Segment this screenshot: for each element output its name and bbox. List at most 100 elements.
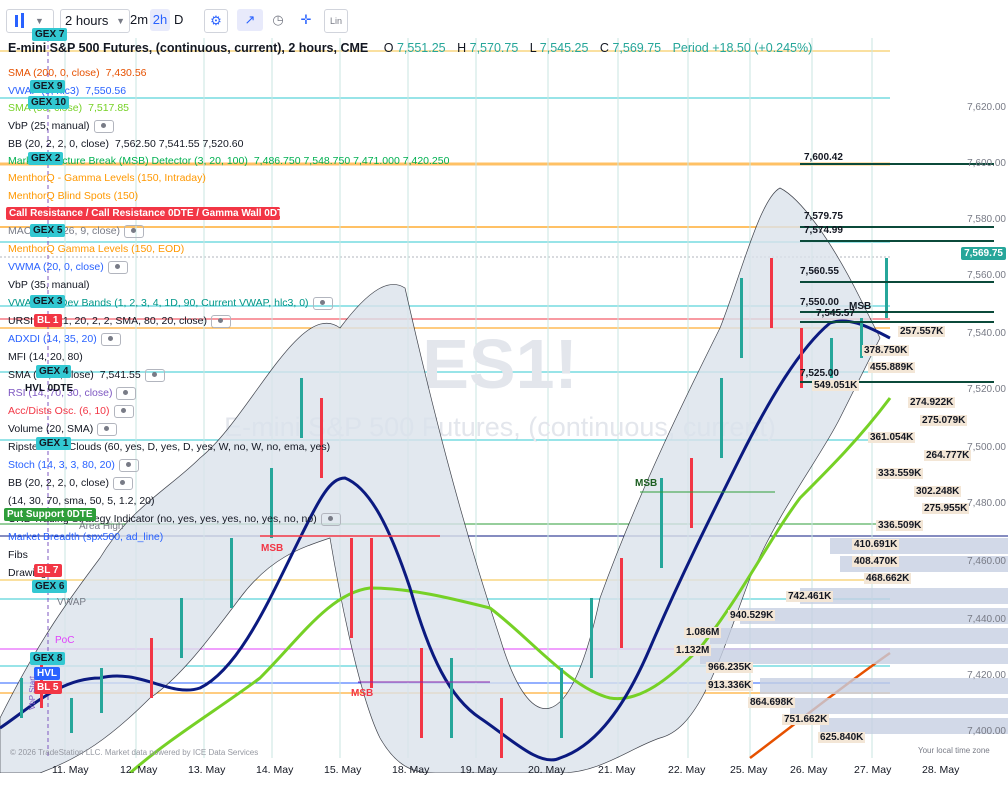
legend-row[interactable]: (14, 30, 70, sma, 50, 5, 1.2, 20): [8, 494, 155, 508]
visibility-eye-icon[interactable]: [97, 422, 118, 436]
visibility-eye-icon[interactable]: [320, 512, 341, 526]
date-tick-label: 12. May: [120, 764, 158, 776]
interval-label: 2 hours: [65, 13, 109, 28]
visibility-eye-icon[interactable]: [116, 386, 137, 400]
interval-2h-button[interactable]: 2h: [150, 9, 170, 31]
date-tick-label: 18. May: [392, 764, 430, 776]
volume-profile-label: 1.086M: [684, 627, 722, 638]
visibility-eye-icon[interactable]: [124, 224, 145, 238]
low-value: 7,545.25: [539, 41, 589, 55]
legend-row[interactable]: SMA (20, 0, close)7,541.55: [8, 368, 165, 382]
price-tick-label: 7,440.00: [967, 614, 1006, 625]
legend-text: MenthorQ - Gamma Levels (150, Intraday): [8, 172, 206, 184]
timezone-label: Your local time zone: [918, 746, 990, 755]
volume-profile-label: 864.698K: [748, 697, 796, 708]
volume-profile-label: 1.132M: [674, 645, 712, 656]
legend-row[interactable]: VWMA (20, 0, close): [8, 260, 128, 274]
legend-value: 7,486.750 7,548.750 7,471.000 7,420.250: [253, 155, 450, 167]
legend-row[interactable]: SMA (200, 0, close) 7,430.56: [8, 66, 147, 80]
price-tick-label: 7,560.00: [967, 270, 1006, 281]
legend-row[interactable]: Acc/Dists Osc. (6, 10): [8, 404, 134, 418]
legend-row[interactable]: VbP (35, manual): [8, 278, 90, 292]
visibility-eye-icon[interactable]: [107, 260, 128, 274]
hvl-tag: HVL: [34, 667, 60, 680]
legend-value: 7,562.50 7,541.55 7,520.60: [114, 138, 244, 150]
date-tick-label: 19. May: [460, 764, 498, 776]
visibility-eye-icon[interactable]: [93, 119, 114, 133]
legend-row[interactable]: Volume (20, SMA): [8, 422, 118, 436]
interval-dropdown[interactable]: 2 hours ▼: [60, 9, 130, 33]
legend-row[interactable]: VbP (25, manual): [8, 119, 114, 133]
visibility-eye-icon[interactable]: [100, 332, 121, 346]
visibility-eye-icon[interactable]: [112, 476, 133, 490]
high-value: 7,570.75: [469, 41, 519, 55]
vbp-start-label: VbP Start: [28, 675, 37, 710]
visibility-eye-icon[interactable]: [211, 314, 232, 328]
symbol-header: E-mini S&P 500 Futures, (continuous, cur…: [8, 41, 812, 55]
legend-row[interactable]: MenthorQ Blind Spots (150): [8, 189, 138, 203]
gex-5-tag: GEX 5: [30, 224, 66, 237]
candlestick-icon: [15, 15, 18, 27]
date-tick-label: 27. May: [854, 764, 892, 776]
date-tick-label: 22. May: [668, 764, 706, 776]
log-scale-toggle[interactable]: Lin: [324, 9, 348, 33]
gex-4-tag: GEX 4: [36, 365, 72, 378]
visibility-eye-icon[interactable]: [118, 458, 139, 472]
price-tick-label: 7,480.00: [967, 498, 1006, 509]
gear-icon: ⚙: [210, 13, 222, 28]
legend-text: Volume (20, SMA): [8, 423, 94, 435]
crosshair-icon: ✛: [300, 12, 312, 27]
legend-row[interactable]: BB (20, 2, 2, 0, close) 7,562.50 7,541.55…: [8, 137, 243, 151]
gex-3-tag: GEX 3: [30, 295, 66, 308]
legend-row[interactable]: MACD (12, 26, 9, close): [8, 224, 145, 238]
visibility-eye-icon[interactable]: [144, 368, 165, 382]
crosshair-button[interactable]: ✛: [294, 9, 318, 31]
open-label: O: [383, 41, 394, 55]
level-label: 7,579.75: [804, 211, 843, 222]
level-label: 7,525.00: [800, 368, 839, 379]
interval-2m-button[interactable]: 2m: [130, 9, 148, 31]
volume-profile-label: 410.691K: [852, 539, 900, 550]
legend-text: MenthorQ Blind Spots (150): [8, 190, 139, 202]
legend-row[interactable]: MenthorQ - Gamma Levels (150, Intraday): [8, 171, 206, 185]
interval-d-button[interactable]: D: [174, 9, 184, 31]
volume-profile-label: 549.051K: [812, 380, 860, 391]
volume-profile-label: 468.662K: [864, 573, 912, 584]
legend-text: MenthorQ Gamma Levels (150, EOD): [8, 243, 185, 255]
volume-profile-label: 257.557K: [898, 326, 946, 337]
drawing-tool-button[interactable]: ↗: [237, 9, 263, 31]
replay-button[interactable]: ◷: [266, 9, 290, 31]
date-tick-label: 11. May: [52, 764, 89, 776]
legend-row[interactable]: ADXDI (14, 35, 20): [8, 332, 121, 346]
volume-profile-label: 378.750K: [862, 345, 910, 356]
volume-profile-label: 361.054K: [868, 432, 916, 443]
legend-text: SMA (200, 0, close): [8, 67, 100, 79]
legend-text: VbP (35, manual): [8, 279, 90, 291]
legend-row[interactable]: BB (20, 2, 2, 0, close): [8, 476, 133, 490]
gex-9-tag: GEX 9: [30, 80, 66, 93]
bl-5-tag: BL 5: [34, 681, 62, 694]
volume-profile-label: 275.079K: [920, 415, 968, 426]
volume-profile-label: 333.559K: [876, 468, 924, 479]
visibility-eye-icon[interactable]: [113, 404, 134, 418]
price-tick-label: 7,580.00: [967, 214, 1006, 225]
period-change: Period +18.50 (+0.245%): [672, 41, 813, 55]
legend-row[interactable]: Fibs: [8, 548, 28, 562]
price-tick-label: 7,400.00: [967, 726, 1006, 737]
settings-button[interactable]: ⚙: [204, 9, 228, 33]
legend-text: Acc/Dists Osc. (6, 10): [8, 405, 110, 417]
legend-row[interactable]: Stoch (14, 3, 3, 80, 20): [8, 458, 139, 472]
legend-row[interactable]: MenthorQ Gamma Levels (150, EOD): [8, 242, 184, 256]
candlestick-icon-2: [21, 13, 24, 28]
date-tick-label: 14. May: [256, 764, 294, 776]
area-high-label: Area High: [79, 521, 124, 532]
legend-row[interactable]: Market Structure Break (MSB) Detector (3…: [8, 154, 449, 168]
gex-8-tag: GEX 8: [30, 652, 66, 665]
price-tick-label: 7,600.00: [967, 158, 1006, 169]
volume-profile-label: 302.248K: [914, 486, 962, 497]
date-tick-label: 21. May: [598, 764, 636, 776]
legend-row[interactable]: MFI (14, 20, 80): [8, 350, 83, 364]
visibility-eye-icon[interactable]: [312, 296, 333, 310]
legend-value: 7,517.85: [88, 102, 129, 114]
legend-text: Fibs: [8, 549, 28, 561]
